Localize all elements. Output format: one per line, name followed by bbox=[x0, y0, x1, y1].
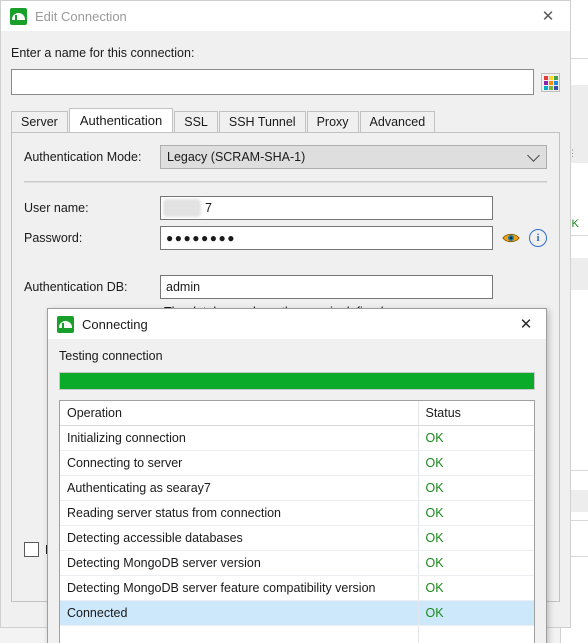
color-palette-icon[interactable] bbox=[541, 72, 560, 92]
operations-table-container[interactable]: Operation Status Initializing connection… bbox=[59, 400, 535, 643]
progress-bar bbox=[59, 372, 535, 390]
table-row[interactable]: Detecting MongoDB server version OK bbox=[60, 550, 534, 576]
tab-server[interactable]: Server bbox=[11, 111, 68, 132]
password-row: Password: i bbox=[12, 226, 559, 250]
table-row[interactable]: Initializing connection OK bbox=[60, 425, 534, 451]
tab-advanced[interactable]: Advanced bbox=[359, 111, 436, 132]
cell-status: OK bbox=[418, 575, 534, 601]
table-row[interactable]: Detecting accessible databases OK bbox=[60, 525, 534, 551]
connection-name-label: Enter a name for this connection: bbox=[11, 46, 195, 60]
column-header-operation[interactable]: Operation bbox=[60, 401, 419, 426]
tab-ssl[interactable]: SSL bbox=[174, 111, 218, 132]
cell-status: OK bbox=[418, 525, 534, 551]
password-input[interactable] bbox=[160, 226, 493, 250]
dialog-close-button[interactable]: ✕ bbox=[506, 309, 546, 339]
username-input[interactable] bbox=[160, 196, 493, 220]
tab-authentication[interactable]: Authentication bbox=[68, 108, 174, 132]
operations-table-body: Initializing connection OK Connecting to s… bbox=[60, 425, 534, 643]
auth-db-input[interactable] bbox=[160, 275, 493, 299]
table-row[interactable]: Connecting to server OK bbox=[60, 450, 534, 476]
cell-operation: Detecting MongoDB server version bbox=[60, 550, 419, 576]
table-row[interactable] bbox=[60, 625, 534, 643]
chevron-down-icon bbox=[527, 149, 540, 162]
tab-proxy[interactable]: Proxy bbox=[306, 111, 359, 132]
cell-operation: Detecting MongoDB server feature compati… bbox=[60, 575, 419, 601]
cell-operation bbox=[60, 625, 419, 643]
table-row[interactable]: Connected OK bbox=[60, 600, 534, 626]
auth-mode-select[interactable]: Legacy (SCRAM-SHA-1) bbox=[160, 145, 547, 169]
panel-divider bbox=[24, 181, 547, 183]
mongodb-leaf-icon bbox=[57, 315, 74, 333]
auth-mode-label: Authentication Mode: bbox=[24, 150, 142, 164]
cell-operation: Reading server status from connection bbox=[60, 500, 419, 526]
redacted-username-overlay bbox=[163, 199, 201, 217]
cell-operation: Detecting accessible databases bbox=[60, 525, 419, 551]
mongodb-leaf-icon bbox=[10, 7, 27, 25]
username-label: User name: bbox=[24, 201, 89, 215]
window-title: Edit Connection bbox=[35, 8, 127, 24]
auth-mode-row: Authentication Mode: Legacy (SCRAM-SHA-1… bbox=[12, 145, 559, 169]
cell-status: OK bbox=[418, 550, 534, 576]
cell-status: OK bbox=[418, 600, 534, 626]
table-row[interactable]: Authenticating as searay7 OK bbox=[60, 475, 534, 501]
cell-status: OK bbox=[418, 450, 534, 476]
dialog-title: Connecting bbox=[82, 316, 148, 332]
column-header-status[interactable]: Status bbox=[418, 401, 534, 426]
info-icon[interactable]: i bbox=[529, 229, 547, 247]
cell-operation: Initializing connection bbox=[60, 425, 419, 451]
dialog-subtitle: Testing connection bbox=[59, 349, 163, 363]
window-close-button[interactable]: ✕ bbox=[526, 1, 570, 31]
tab-ssh-tunnel[interactable]: SSH Tunnel bbox=[218, 111, 306, 132]
bottom-checkbox[interactable] bbox=[24, 542, 39, 557]
settings-tabs: Server Authentication SSL SSH Tunnel Pro… bbox=[11, 108, 560, 132]
dialog-body: Testing connection Operation Status Init… bbox=[48, 339, 546, 643]
window-title-bar: Edit Connection ✕ bbox=[1, 1, 570, 32]
table-row[interactable]: Reading server status from connection OK bbox=[60, 500, 534, 526]
cell-status: OK bbox=[418, 425, 534, 451]
cell-operation: Connected bbox=[60, 600, 419, 626]
operations-table: Operation Status Initializing connection… bbox=[60, 401, 534, 643]
table-header-row: Operation Status bbox=[60, 401, 534, 426]
connecting-dialog: Connecting ✕ Testing connection Operatio… bbox=[47, 308, 547, 643]
eye-icon[interactable] bbox=[502, 230, 520, 246]
cell-operation: Authenticating as searay7 bbox=[60, 475, 419, 501]
password-label: Password: bbox=[24, 231, 83, 245]
username-row: User name: bbox=[12, 196, 559, 220]
cell-status bbox=[418, 625, 534, 643]
connection-name-row bbox=[11, 69, 560, 95]
dialog-title-bar: Connecting ✕ bbox=[48, 309, 546, 339]
auth-db-label: Authentication DB: bbox=[24, 280, 128, 294]
auth-db-row: Authentication DB: bbox=[12, 275, 559, 299]
cell-status: OK bbox=[418, 500, 534, 526]
connection-name-input[interactable] bbox=[11, 69, 534, 95]
cell-operation: Connecting to server bbox=[60, 450, 419, 476]
screen: ⋮ OK Edit Connection ✕ Enter a name for … bbox=[0, 0, 588, 643]
progress-bar-fill bbox=[60, 373, 534, 389]
cell-status: OK bbox=[418, 475, 534, 501]
table-row[interactable]: Detecting MongoDB server feature compati… bbox=[60, 575, 534, 601]
auth-mode-value: Legacy (SCRAM-SHA-1) bbox=[167, 150, 306, 164]
